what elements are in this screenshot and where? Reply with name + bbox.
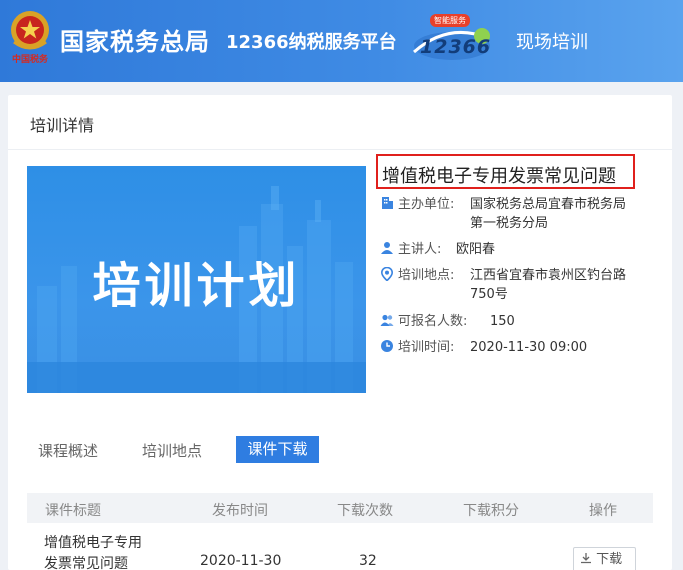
download-button[interactable]: 下载 <box>573 547 636 570</box>
location-label: 培训地点: <box>398 268 455 283</box>
location-pin-icon <box>380 266 394 282</box>
section-name[interactable]: 现场培训 <box>516 28 588 54</box>
tax-emblem-icon: 中国税务 <box>8 8 52 65</box>
top-header: 中国税务 国家税务总局 12366纳税服务平台 智能服务 12366 现场培训 <box>0 0 683 82</box>
download-label: 下载 <box>596 552 623 567</box>
capacity-value: 150 <box>490 314 515 329</box>
banner-title: 培训计划 <box>92 258 301 314</box>
courseware-download-count: 32 <box>359 553 377 569</box>
person-icon <box>380 241 394 255</box>
organizer-value: 国家税务总局宜春市税务局 第一税务分局 <box>470 195 650 233</box>
courseware-title: 增值税电子专用 发票常见问题 <box>44 533 142 570</box>
location-value: 江西省宜春市袁州区钓台路 750号 <box>470 266 650 304</box>
users-icon <box>380 313 394 327</box>
time-row: 培训时间: 2020-11-30 09:00 <box>380 338 587 357</box>
12366-logo: 智能服务 12366 <box>408 12 494 68</box>
col-downloads-header: 下载次数 <box>337 503 393 519</box>
training-detail-card: 培训详情 培训计划 增值税电子专用发票常见问题 主办单位: 国家税务总局宜春市税… <box>8 95 672 570</box>
speaker-value: 欧阳春 <box>456 242 496 257</box>
capacity-row: 可报名人数: 150 <box>380 312 515 331</box>
download-icon <box>581 553 591 564</box>
tab-course-overview[interactable]: 课程概述 <box>38 440 98 461</box>
logo-digits: 12366 <box>420 36 492 58</box>
capacity-label: 可报名人数: <box>398 314 468 329</box>
location-row: 培训地点: 江西省宜春市袁州区钓台路 750号 <box>380 266 626 302</box>
col-date-header: 发布时间 <box>212 503 268 519</box>
logo-badge: 智能服务 <box>434 16 466 25</box>
building-icon <box>380 196 394 210</box>
col-title-header: 课件标题 <box>45 503 101 519</box>
location-line-1: 江西省宜春市袁州区钓台路 <box>470 268 627 283</box>
courseware-title-line-2: 发票常见问题 <box>44 556 128 570</box>
col-points-header: 下载积分 <box>463 503 519 519</box>
location-line-2: 750号 <box>470 287 508 302</box>
tab-training-location[interactable]: 培训地点 <box>142 440 202 461</box>
platform-name: 12366纳税服务平台 <box>226 32 397 53</box>
table-header-row: 课件标题 发布时间 下载次数 下载积分 操作 <box>27 493 653 523</box>
speaker-label: 主讲人: <box>398 242 442 257</box>
course-title: 增值税电子专用发票常见问题 <box>376 154 635 189</box>
tab-courseware-download[interactable]: 课件下载 <box>236 436 319 463</box>
organizer-row: 主办单位: 国家税务总局宜春市税务局 第一税务分局 <box>380 195 626 231</box>
training-banner-image: 培训计划 <box>27 166 366 393</box>
emblem-caption: 中国税务 <box>11 55 48 65</box>
organizer-line-1: 国家税务总局宜春市税务局 <box>470 197 627 212</box>
card-title: 培训详情 <box>8 95 672 150</box>
clock-icon <box>380 339 394 353</box>
organizer-label: 主办单位: <box>398 197 455 212</box>
time-label: 培训时间: <box>398 340 455 355</box>
courseware-title-line-1: 增值税电子专用 <box>44 535 142 551</box>
organizer-line-2: 第一税务分局 <box>470 216 549 231</box>
org-name: 国家税务总局 <box>60 28 210 56</box>
time-value: 2020-11-30 09:00 <box>470 340 588 355</box>
speaker-row: 主讲人: 欧阳春 <box>380 240 495 259</box>
courseware-date: 2020-11-30 <box>200 553 282 569</box>
col-action-header: 操作 <box>589 503 617 519</box>
